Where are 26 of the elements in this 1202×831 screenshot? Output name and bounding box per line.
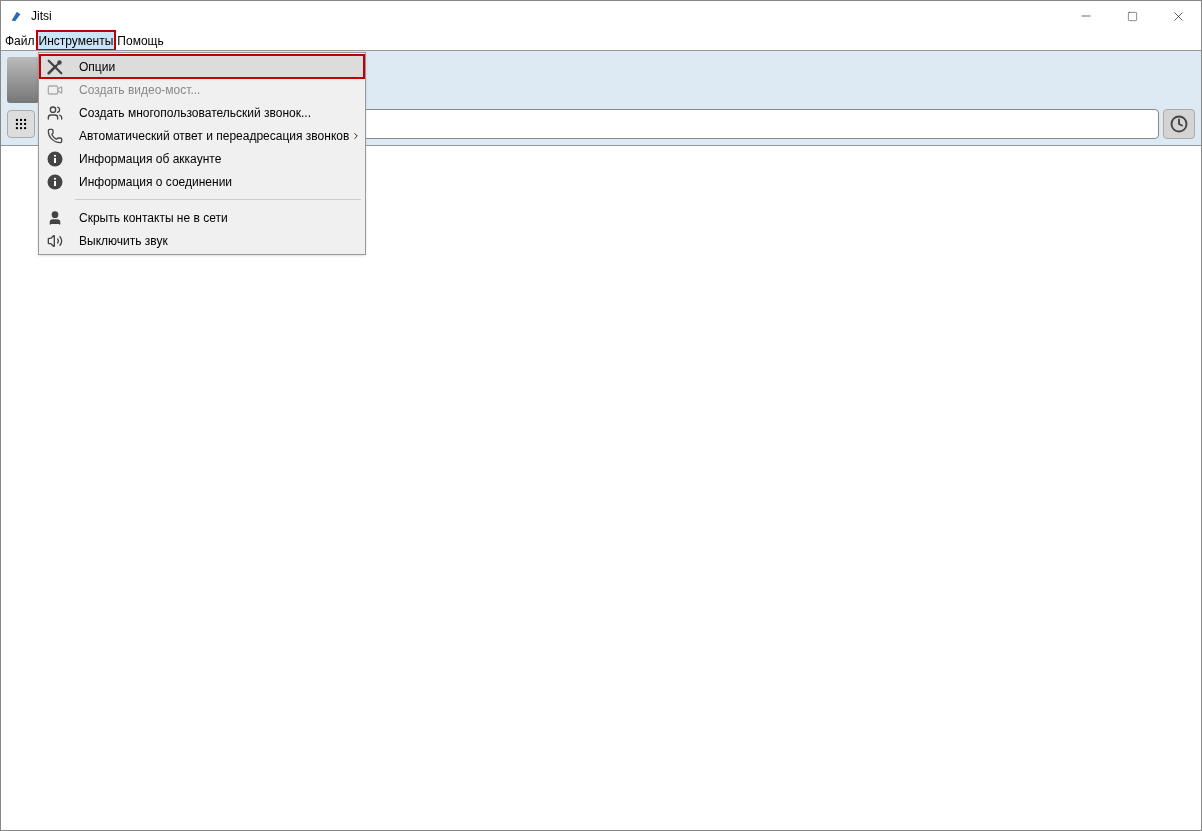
maximize-icon [1126, 10, 1138, 22]
dialpad-icon [14, 117, 28, 131]
clock-icon [1170, 115, 1188, 133]
menu-item[interactable]: Автоматический ответ и переадресация звонков [40, 124, 364, 147]
menu-item[interactable]: Скрыть контакты не в сети [40, 206, 364, 229]
menu-item[interactable]: Опции [40, 55, 364, 78]
menu-bar-item[interactable]: Помощь [115, 31, 166, 50]
menu-bar-item[interactable]: Инструменты [36, 31, 116, 50]
menu-item[interactable]: Информация об аккаунте [40, 147, 364, 170]
history-button[interactable] [1163, 109, 1195, 139]
app-logo-icon [9, 9, 23, 23]
menu-item-icon [47, 209, 63, 226]
dialpad-button[interactable] [7, 110, 35, 138]
menu-item-icon [47, 150, 63, 167]
menu-item-icon [47, 232, 63, 249]
menu-item[interactable]: Создать многопользовательский звонок... [40, 101, 364, 124]
submenu-chevron-icon [351, 130, 361, 141]
menu-item[interactable]: Выключить звук [40, 229, 364, 252]
menu-item-icon [47, 104, 63, 121]
menu-item-icon [46, 57, 64, 76]
menu-bar-item[interactable]: Файл [3, 31, 37, 50]
menu-item-icon [47, 127, 63, 144]
avatar-placeholder [7, 57, 39, 103]
menu-item[interactable]: Информация о соединении [40, 170, 364, 193]
menu-item-icon [47, 173, 63, 190]
window-title: Jitsi [31, 8, 52, 25]
